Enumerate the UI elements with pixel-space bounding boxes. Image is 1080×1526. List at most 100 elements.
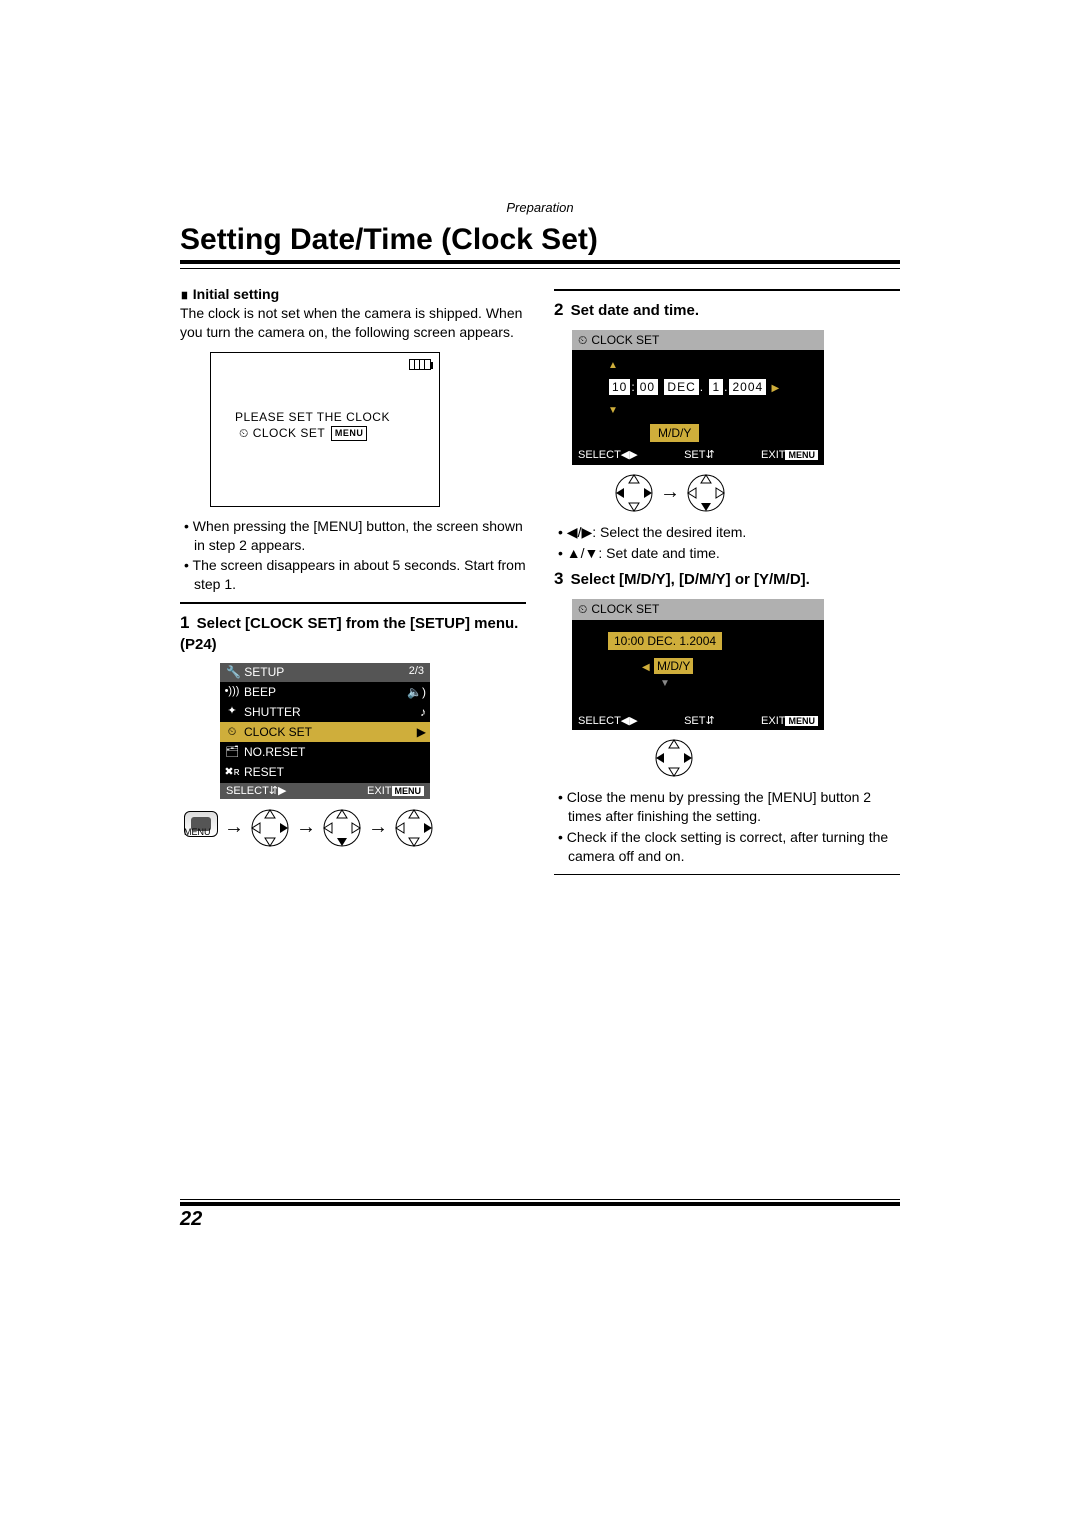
setup-footer: SELECT⇵▶ EXITMENU — [220, 783, 430, 800]
exit-label: EXITMENU — [761, 448, 818, 463]
initial-bullets: When pressing the [MENU] button, the scr… — [180, 517, 526, 595]
dpad-right-icon — [250, 808, 290, 848]
month-field: DEC — [664, 379, 698, 395]
initial-setting-text: The clock is not set when the camera is … — [180, 304, 526, 342]
hour-field: 10 — [609, 379, 630, 395]
lcd-clock-label: CLOCK SET — [253, 426, 325, 440]
separator — [554, 289, 900, 291]
page-number: 22 — [180, 1208, 202, 1230]
dpad-down-icon — [686, 473, 726, 513]
bullet: Close the menu by pressing the [MENU] bu… — [568, 788, 900, 826]
up-arrow-icon: ▲ — [608, 360, 618, 371]
date-format-label: M/D/Y — [650, 424, 699, 442]
clock-set-body: 10:00 DEC. 1.2004 ◀ M/D/Y ▼ — [572, 620, 824, 712]
step2-text: Set date and time. — [571, 302, 699, 319]
clock-set-footer: SELECT◀▶ SET⇵ EXITMENU — [572, 446, 824, 465]
menu-button-label: MENU — [184, 827, 211, 837]
step2-number: 2 — [554, 300, 563, 319]
setup-item-noreset: 🗂NO.RESET — [220, 742, 430, 762]
setup-item-beep: •)))BEEP🔈) — [220, 682, 430, 702]
clock-icon: ⏲ — [224, 725, 240, 740]
dpad-leftright-icon — [654, 738, 694, 778]
battery-icon — [409, 359, 431, 370]
minute-field: 00 — [637, 379, 658, 395]
step1-number: 1 — [180, 613, 189, 632]
select-label: SELECT◀▶ — [578, 714, 638, 729]
note-icon: ♪ — [420, 704, 426, 720]
arrow-icon: → — [296, 814, 316, 841]
sound-icon: •))) — [224, 684, 240, 699]
step3-number: 3 — [554, 569, 563, 588]
columns: Initial setting The clock is not set whe… — [180, 281, 900, 883]
right-column: 2 Set date and time. ⏲CLOCK SET ▲ 10:00 … — [554, 281, 900, 883]
arrow-icon: → — [660, 479, 680, 506]
step2-heading: 2 Set date and time. — [554, 299, 900, 322]
set-label: SET⇵ — [684, 714, 715, 729]
setup-title: 🔧 SETUP — [226, 664, 284, 680]
step1-text: Select [CLOCK SET] from the [SETUP] menu… — [180, 615, 518, 653]
setup-item-reset: ✖ʀRESET — [220, 762, 430, 782]
left-arrow-icon: ◀ — [642, 662, 650, 673]
clock-set-screen-1: ⏲CLOCK SET ▲ 10:00 DEC. 1.2004 ▶ ▼ M/D/Y… — [572, 330, 824, 465]
initial-setting-heading: Initial setting — [180, 285, 526, 304]
clock-icon: ⏲ — [239, 426, 249, 440]
setup-page: 2/3 — [409, 664, 424, 680]
bullet: Check if the clock setting is correct, a… — [568, 828, 900, 866]
clock-set-title: ⏲CLOCK SET — [572, 330, 824, 350]
rule — [180, 268, 900, 269]
step2-bullets: ◀/▶: Select the desired item. ▲/▼: Set d… — [554, 523, 900, 563]
right-arrow-icon: ▶ — [772, 383, 781, 394]
step3-dpad — [654, 738, 900, 778]
day-field: 1 — [709, 379, 723, 395]
down-arrow-icon: ▼ — [660, 678, 670, 689]
left-column: Initial setting The clock is not set whe… — [180, 281, 526, 883]
arrow-icon: → — [368, 814, 388, 841]
setup-menu-screen: 🔧 SETUP 2/3 •)))BEEP🔈) ✦SHUTTER♪ ⏲CLOCK … — [220, 663, 430, 799]
step3-text: Select [M/D/Y], [D/M/Y] or [Y/M/D]. — [571, 571, 810, 588]
dpad-right-icon — [614, 473, 654, 513]
date-row: 10:00 DEC. 1.2004 ▶ — [608, 379, 816, 396]
section-label: Preparation — [180, 200, 900, 215]
setup-rows: •)))BEEP🔈) ✦SHUTTER♪ ⏲CLOCK SET▶ 🗂NO.RES… — [220, 682, 430, 783]
shutter-icon: ✦ — [224, 704, 240, 719]
exit-label: EXITMENU — [761, 714, 818, 729]
dpad-down-icon — [322, 808, 362, 848]
setup-select-label: SELECT⇵▶ — [226, 784, 286, 799]
bullet: ▲/▼: Set date and time. — [568, 544, 900, 563]
arrow-icon: → — [224, 814, 244, 841]
setup-header: 🔧 SETUP 2/3 — [220, 663, 430, 681]
clock-set-title: ⏲CLOCK SET — [572, 599, 824, 619]
step3-bullets: Close the menu by pressing the [MENU] bu… — [554, 788, 900, 866]
down-arrow-icon: ▼ — [608, 405, 618, 416]
clock-set-body: ▲ 10:00 DEC. 1.2004 ▶ ▼ M/D/Y — [572, 350, 824, 446]
clock-icon: ⏲ — [578, 332, 587, 348]
bullet: When pressing the [MENU] button, the scr… — [194, 517, 526, 555]
lcd-clock-line: ⏲ CLOCK SET MENU — [239, 425, 367, 441]
clock-icon: ⏲ — [578, 601, 587, 617]
date-plain: 10:00 DEC. 1.2004 — [608, 632, 722, 650]
counter-icon: 🗂 — [224, 745, 240, 760]
setup-item-clock-set: ⏲CLOCK SET▶ — [220, 722, 430, 742]
step1-dpad-sequence: MENU → → → — [184, 805, 526, 850]
separator — [554, 874, 900, 875]
setup-item-shutter: ✦SHUTTER♪ — [220, 702, 430, 722]
speaker-icon: 🔈) — [407, 684, 426, 700]
clock-set-footer: SELECT◀▶ SET⇵ EXITMENU — [572, 712, 824, 731]
select-label: SELECT◀▶ — [578, 448, 638, 463]
footer-rule-thin — [180, 1199, 900, 1200]
page-title: Setting Date/Time (Clock Set) — [180, 223, 900, 264]
step1-heading: 1 Select [CLOCK SET] from the [SETUP] me… — [180, 612, 526, 655]
set-label: SET⇵ — [684, 448, 715, 463]
reset-icon: ✖ʀ — [224, 765, 240, 780]
menu-badge: MENU — [331, 426, 368, 440]
step2-dpad-sequence: → — [614, 473, 900, 513]
step3-heading: 3 Select [M/D/Y], [D/M/Y] or [Y/M/D]. — [554, 568, 900, 591]
setup-exit-label: EXITMENU — [367, 784, 424, 799]
bullet: ◀/▶: Select the desired item. — [568, 523, 900, 542]
year-field: 2004 — [729, 379, 766, 395]
initial-lcd: PLEASE SET THE CLOCK ⏲ CLOCK SET MENU — [210, 352, 440, 507]
manual-page: Preparation Setting Date/Time (Clock Set… — [0, 0, 1080, 1271]
bullet: The screen disappears in about 5 seconds… — [194, 556, 526, 594]
dpad-right-icon — [394, 808, 434, 848]
separator — [180, 602, 526, 604]
